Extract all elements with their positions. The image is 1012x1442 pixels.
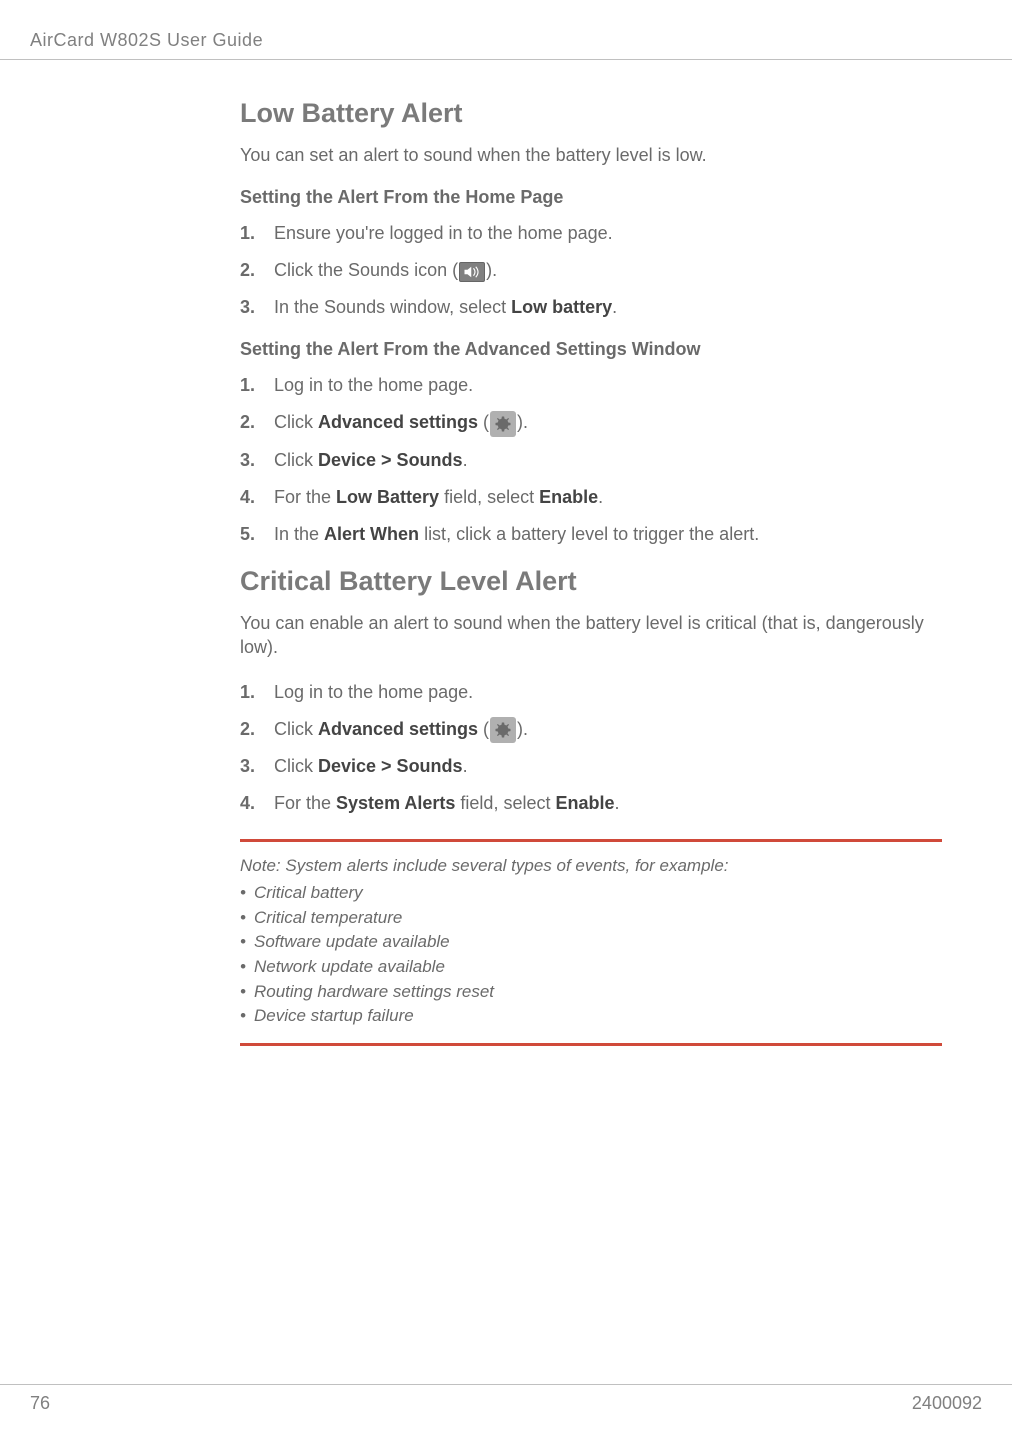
low-battery-intro: You can set an alert to sound when the b…: [240, 143, 942, 167]
note-item: Routing hardware settings reset: [240, 980, 942, 1005]
step-text: Click: [274, 450, 318, 470]
step-item: Click Device > Sounds.: [240, 447, 942, 474]
step-text: ).: [517, 412, 528, 432]
subheading-from-home: Setting the Alert From the Home Page: [240, 187, 942, 208]
page-footer: 76 2400092: [0, 1384, 1012, 1414]
step-text: .: [463, 450, 468, 470]
note-item: Critical battery: [240, 881, 942, 906]
step-item: Log in to the home page.: [240, 372, 942, 399]
step-item: Click Device > Sounds.: [240, 753, 942, 780]
ui-label: Low battery: [511, 297, 612, 317]
header-title: AirCard W802S User Guide: [30, 30, 263, 50]
step-text: (: [478, 412, 489, 432]
step-text: ).: [517, 719, 528, 739]
steps-from-home: Ensure you're logged in to the home page…: [240, 220, 942, 321]
step-text: list, click a battery level to trigger t…: [419, 524, 759, 544]
note-item: Critical temperature: [240, 906, 942, 931]
steps-critical: Log in to the home page. Click Advanced …: [240, 679, 942, 817]
step-text: In the Sounds window, select: [274, 297, 511, 317]
step-item: Click the Sounds icon ().: [240, 257, 942, 284]
step-item: Log in to the home page.: [240, 679, 942, 706]
step-item: For the System Alerts field, select Enab…: [240, 790, 942, 817]
step-text: field, select: [455, 793, 555, 813]
critical-intro: You can enable an alert to sound when th…: [240, 611, 942, 660]
step-text: Click the Sounds icon (: [274, 260, 458, 280]
step-text: For the: [274, 487, 336, 507]
note-item: Device startup failure: [240, 1004, 942, 1029]
step-item: Ensure you're logged in to the home page…: [240, 220, 942, 247]
step-text: field, select: [439, 487, 539, 507]
step-text: ).: [486, 260, 497, 280]
step-text: Ensure you're logged in to the home page…: [274, 223, 613, 243]
subheading-from-advanced: Setting the Alert From the Advanced Sett…: [240, 339, 942, 360]
step-text: Click: [274, 719, 318, 739]
section-critical-title: Critical Battery Level Alert: [240, 566, 942, 597]
step-item: In the Alert When list, click a battery …: [240, 521, 942, 548]
step-item: Click Advanced settings ().: [240, 716, 942, 743]
doc-number: 2400092: [912, 1393, 982, 1414]
ui-label: Alert When: [324, 524, 419, 544]
page-header: AirCard W802S User Guide: [0, 0, 1012, 60]
step-text: .: [612, 297, 617, 317]
section-low-battery-title: Low Battery Alert: [240, 98, 942, 129]
note-list: Critical battery Critical temperature So…: [240, 881, 942, 1029]
steps-from-advanced: Log in to the home page. Click Advanced …: [240, 372, 942, 547]
gear-icon: [490, 411, 516, 437]
ui-label: Advanced settings: [318, 412, 478, 432]
page-content: Low Battery Alert You can set an alert t…: [0, 60, 1012, 1046]
step-text: Log in to the home page.: [274, 375, 473, 395]
step-text: Click: [274, 412, 318, 432]
step-text: Click: [274, 756, 318, 776]
step-text: In the: [274, 524, 324, 544]
ui-label: Enable: [555, 793, 614, 813]
step-text: (: [478, 719, 489, 739]
gear-icon: [490, 717, 516, 743]
note-intro: Note: System alerts include several type…: [240, 854, 942, 879]
step-text: .: [463, 756, 468, 776]
ui-label: System Alerts: [336, 793, 455, 813]
ui-label: Advanced settings: [318, 719, 478, 739]
note-item: Software update available: [240, 930, 942, 955]
step-text: .: [615, 793, 620, 813]
step-text: Log in to the home page.: [274, 682, 473, 702]
step-text: .: [598, 487, 603, 507]
step-item: In the Sounds window, select Low battery…: [240, 294, 942, 321]
note-item: Network update available: [240, 955, 942, 980]
sounds-icon: [459, 262, 485, 282]
note-block: Note: System alerts include several type…: [240, 839, 942, 1045]
step-item: For the Low Battery field, select Enable…: [240, 484, 942, 511]
page-number: 76: [30, 1393, 50, 1414]
ui-label: Low Battery: [336, 487, 439, 507]
ui-label: Device > Sounds: [318, 756, 463, 776]
step-text: For the: [274, 793, 336, 813]
ui-label: Enable: [539, 487, 598, 507]
ui-label: Device > Sounds: [318, 450, 463, 470]
step-item: Click Advanced settings ().: [240, 409, 942, 436]
